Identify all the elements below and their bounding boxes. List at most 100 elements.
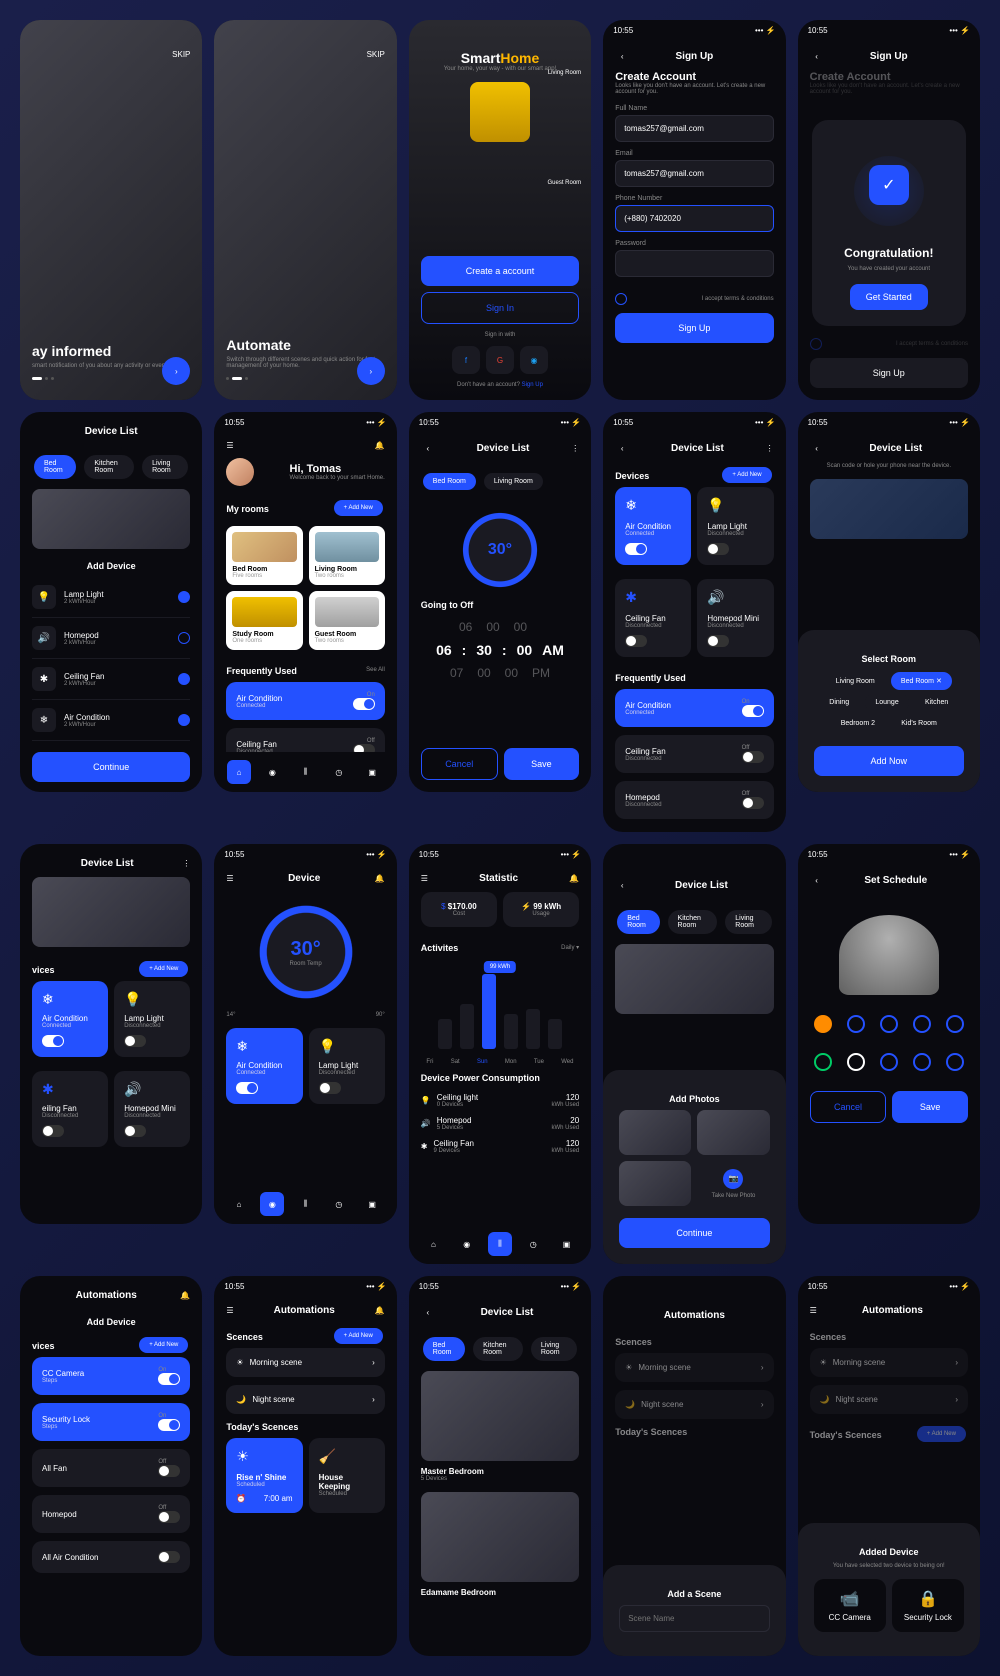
- room-pill[interactable]: Kitchen: [915, 694, 958, 711]
- daily-dropdown[interactable]: Daily ▾: [561, 944, 579, 951]
- toggle[interactable]: [742, 797, 764, 809]
- signup-button[interactable]: Sign Up: [810, 358, 968, 388]
- device-camera-card[interactable]: 📹CC Camera: [814, 1579, 886, 1632]
- bell-icon[interactable]: 🔔: [375, 874, 385, 883]
- room-pill[interactable]: Lounge: [865, 694, 908, 711]
- toggle[interactable]: [158, 1465, 180, 1477]
- nav-devices[interactable]: ◉: [455, 1232, 479, 1256]
- more-icon[interactable]: ⋮: [182, 859, 190, 868]
- color-swatch[interactable]: [880, 1015, 898, 1033]
- room-card-bed[interactable]: Bed RoomFive rooms: [226, 526, 302, 585]
- avatar[interactable]: [226, 458, 254, 486]
- save-button[interactable]: Save: [504, 748, 580, 780]
- more-icon[interactable]: ⋮: [766, 444, 774, 453]
- toggle[interactable]: [124, 1035, 146, 1047]
- device-all-ac[interactable]: All Air Condition: [32, 1541, 190, 1573]
- device-card-fan[interactable]: ✱eiling FanDisconnected: [32, 1071, 108, 1147]
- room-card-guest[interactable]: Guest RoomTwo rooms: [309, 591, 385, 650]
- signin-button[interactable]: Sign In: [421, 292, 579, 324]
- device-lock[interactable]: Security LockStepsOn: [32, 1403, 190, 1441]
- tab-bedroom[interactable]: Bed Room: [617, 910, 659, 934]
- scene-card-rise[interactable]: ☀Rise n' ShineScheduled⏰7:00 am: [226, 1438, 302, 1513]
- continue-button[interactable]: Continue: [619, 1218, 769, 1248]
- create-account-button[interactable]: Create a account: [421, 256, 579, 286]
- add-new-button[interactable]: + Add New: [917, 1426, 966, 1442]
- twitter-button[interactable]: ◉: [520, 346, 548, 374]
- device-card-ac[interactable]: ❄Air ConditionConnected: [32, 981, 108, 1057]
- nav-more[interactable]: ▣: [554, 1232, 578, 1256]
- room-card-study[interactable]: Study RoomOne rooms: [226, 591, 302, 650]
- temp-dial[interactable]: 30°Room Temp: [256, 902, 356, 1002]
- device-card-ac[interactable]: ❄Air ConditionConnected: [226, 1028, 302, 1104]
- add-now-button[interactable]: Add Now: [814, 746, 964, 776]
- photo-thumb[interactable]: [619, 1110, 691, 1155]
- scene-night[interactable]: 🌙Night scene›: [810, 1385, 968, 1414]
- toggle[interactable]: [158, 1511, 180, 1523]
- toggle[interactable]: [625, 635, 647, 647]
- device-homepod[interactable]: HomepodOff: [32, 1495, 190, 1533]
- password-input[interactable]: [615, 250, 773, 277]
- color-swatch[interactable]: [880, 1053, 898, 1071]
- back-button[interactable]: ‹: [421, 441, 435, 455]
- device-card-homepod[interactable]: 🔊Homepod MiniDisconnected: [114, 1071, 190, 1147]
- time-picker[interactable]: 06:30:00AM: [421, 642, 579, 658]
- nav-devices[interactable]: ◉: [260, 760, 284, 784]
- toggle[interactable]: [625, 543, 647, 555]
- back-button[interactable]: ‹: [810, 873, 824, 887]
- tab-living[interactable]: Living Room: [484, 473, 543, 490]
- phone-input[interactable]: [615, 205, 773, 232]
- bell-icon[interactable]: 🔔: [375, 441, 385, 450]
- name-input[interactable]: [615, 115, 773, 142]
- bell-icon[interactable]: 🔔: [180, 1291, 190, 1300]
- menu-icon[interactable]: ☰: [810, 1306, 817, 1315]
- nav-more[interactable]: ▣: [360, 1192, 384, 1216]
- google-button[interactable]: G: [486, 346, 514, 374]
- toggle[interactable]: [319, 1082, 341, 1094]
- room-pill[interactable]: Kid's Room: [891, 715, 947, 732]
- radio[interactable]: [178, 714, 190, 726]
- color-swatch[interactable]: [946, 1015, 964, 1033]
- see-all-link[interactable]: See All: [366, 667, 385, 673]
- radio[interactable]: [178, 632, 190, 644]
- back-button[interactable]: ‹: [615, 441, 629, 455]
- tab-living[interactable]: Living Room: [725, 910, 771, 934]
- device-camera[interactable]: CC CameraStepsOn: [32, 1357, 190, 1395]
- scene-card-house[interactable]: 🧹House KeepingScheduled: [309, 1438, 385, 1513]
- room-pill[interactable]: Living Room: [826, 673, 885, 690]
- menu-icon[interactable]: ☰: [421, 874, 428, 883]
- color-swatch[interactable]: [847, 1015, 865, 1033]
- device-card-ac[interactable]: ❄Air ConditionConnected: [615, 487, 691, 565]
- scene-morning[interactable]: ☀Morning scene›: [615, 1353, 773, 1382]
- tab-kitchen[interactable]: Kitchen Room: [84, 455, 134, 479]
- nav-home[interactable]: ⌂: [227, 1192, 251, 1216]
- cancel-button[interactable]: Cancel: [810, 1091, 887, 1123]
- device-card-fan[interactable]: ✱Ceiling FanDisconnected: [615, 579, 691, 657]
- scene-night[interactable]: 🌙Night scene›: [226, 1385, 384, 1414]
- room-image[interactable]: [421, 1492, 579, 1582]
- freq-fan[interactable]: Ceiling FanDisconnectedOff: [615, 735, 773, 773]
- toggle[interactable]: [158, 1373, 180, 1385]
- device-fan[interactable]: ✱Ceiling Fan2 kWh/Hour: [32, 659, 190, 700]
- tab-kitchen[interactable]: Kitchen Room: [473, 1337, 523, 1361]
- tab-kitchen[interactable]: Kitchen Room: [668, 910, 718, 934]
- color-swatch[interactable]: [946, 1053, 964, 1071]
- nav-stats[interactable]: ⫼: [294, 760, 318, 784]
- nav-stats[interactable]: ⫼: [294, 1192, 318, 1216]
- temp-dial[interactable]: 30°: [460, 510, 540, 590]
- device-card-lamp[interactable]: 💡Lamp LightDisconnected: [309, 1028, 385, 1104]
- radio[interactable]: [178, 591, 190, 603]
- toggle[interactable]: [124, 1125, 146, 1137]
- device-homepod[interactable]: 🔊Homepod2 kWh/Hour: [32, 618, 190, 659]
- tab-bedroom[interactable]: Bed Room: [423, 1337, 465, 1361]
- scene-night[interactable]: 🌙Night scene›: [615, 1390, 773, 1419]
- tab-bedroom[interactable]: Bed Room: [423, 473, 476, 490]
- toggle[interactable]: [742, 705, 764, 717]
- nav-auto[interactable]: ◷: [327, 760, 351, 784]
- take-photo-button[interactable]: 📷Take New Photo: [697, 1161, 769, 1206]
- toggle[interactable]: [42, 1125, 64, 1137]
- color-swatch[interactable]: [913, 1015, 931, 1033]
- signup-link[interactable]: Sign Up: [522, 382, 543, 388]
- room-card-living[interactable]: Living RoomTwo rooms: [309, 526, 385, 585]
- device-fan[interactable]: All FanOff: [32, 1449, 190, 1487]
- color-swatch[interactable]: [814, 1015, 832, 1033]
